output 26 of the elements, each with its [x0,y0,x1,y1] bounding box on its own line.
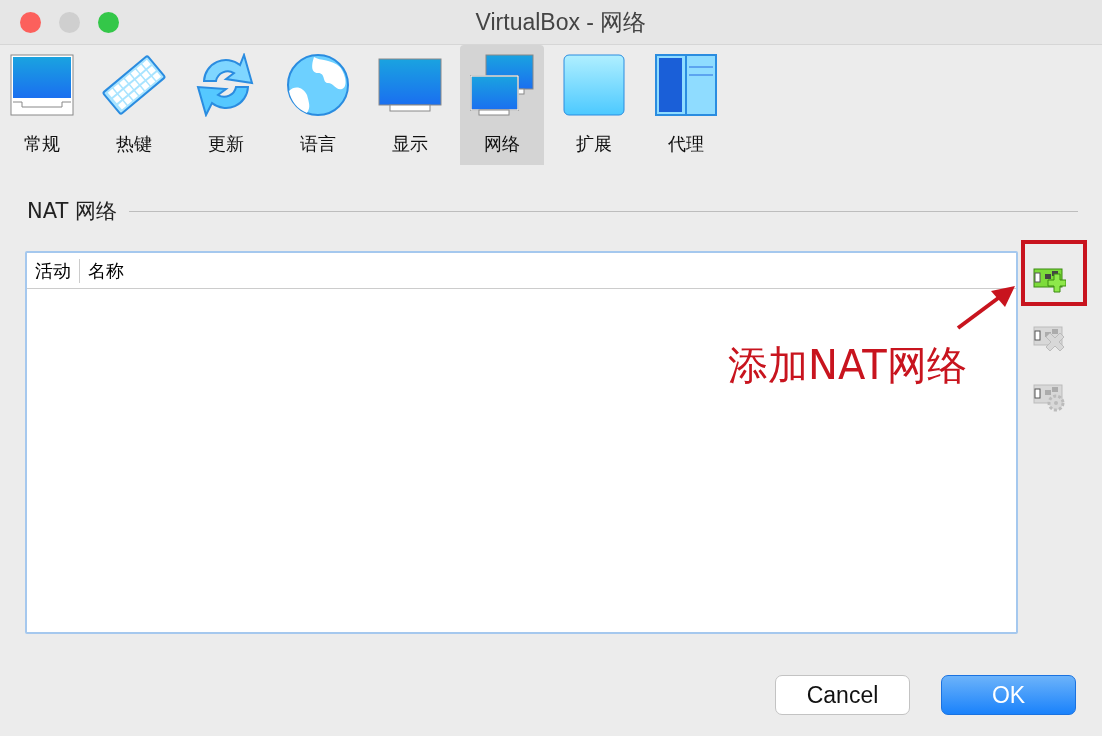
proxy-icon [655,54,717,116]
window-title: VirtualBox - 网络 [474,7,647,37]
refresh-icon [196,53,256,117]
globe-icon [286,53,350,117]
network-icon [470,54,534,116]
monitor-icon [10,54,74,116]
settings-tab[interactable]: 常规 [0,45,84,165]
annotation-text: 添加NAT网络 [728,341,967,390]
settings-tab[interactable]: 更新 [184,45,268,165]
section-title: NAT 网络 [27,198,117,225]
settings-tab[interactable]: 显示 [368,45,452,165]
cancel-button[interactable]: Cancel [775,675,910,715]
monitor-icon [378,58,442,112]
settings-tab[interactable]: 代理 [644,45,728,165]
zoom-button[interactable] [98,12,119,33]
highlight-frame [1021,240,1087,306]
annotation-arrow [955,283,1017,331]
settings-tab[interactable]: 扩展 [552,45,636,165]
extension-icon [563,54,625,116]
close-button[interactable] [20,12,41,33]
column-header[interactable]: 名称 [80,258,132,283]
settings-tab[interactable]: 网络 [460,45,544,165]
column-header[interactable]: 活动 [27,258,80,283]
network-card-gear-icon [1032,383,1066,413]
settings-tab[interactable]: 热键 [92,45,176,165]
settings-tab[interactable]: 语言 [276,45,360,165]
